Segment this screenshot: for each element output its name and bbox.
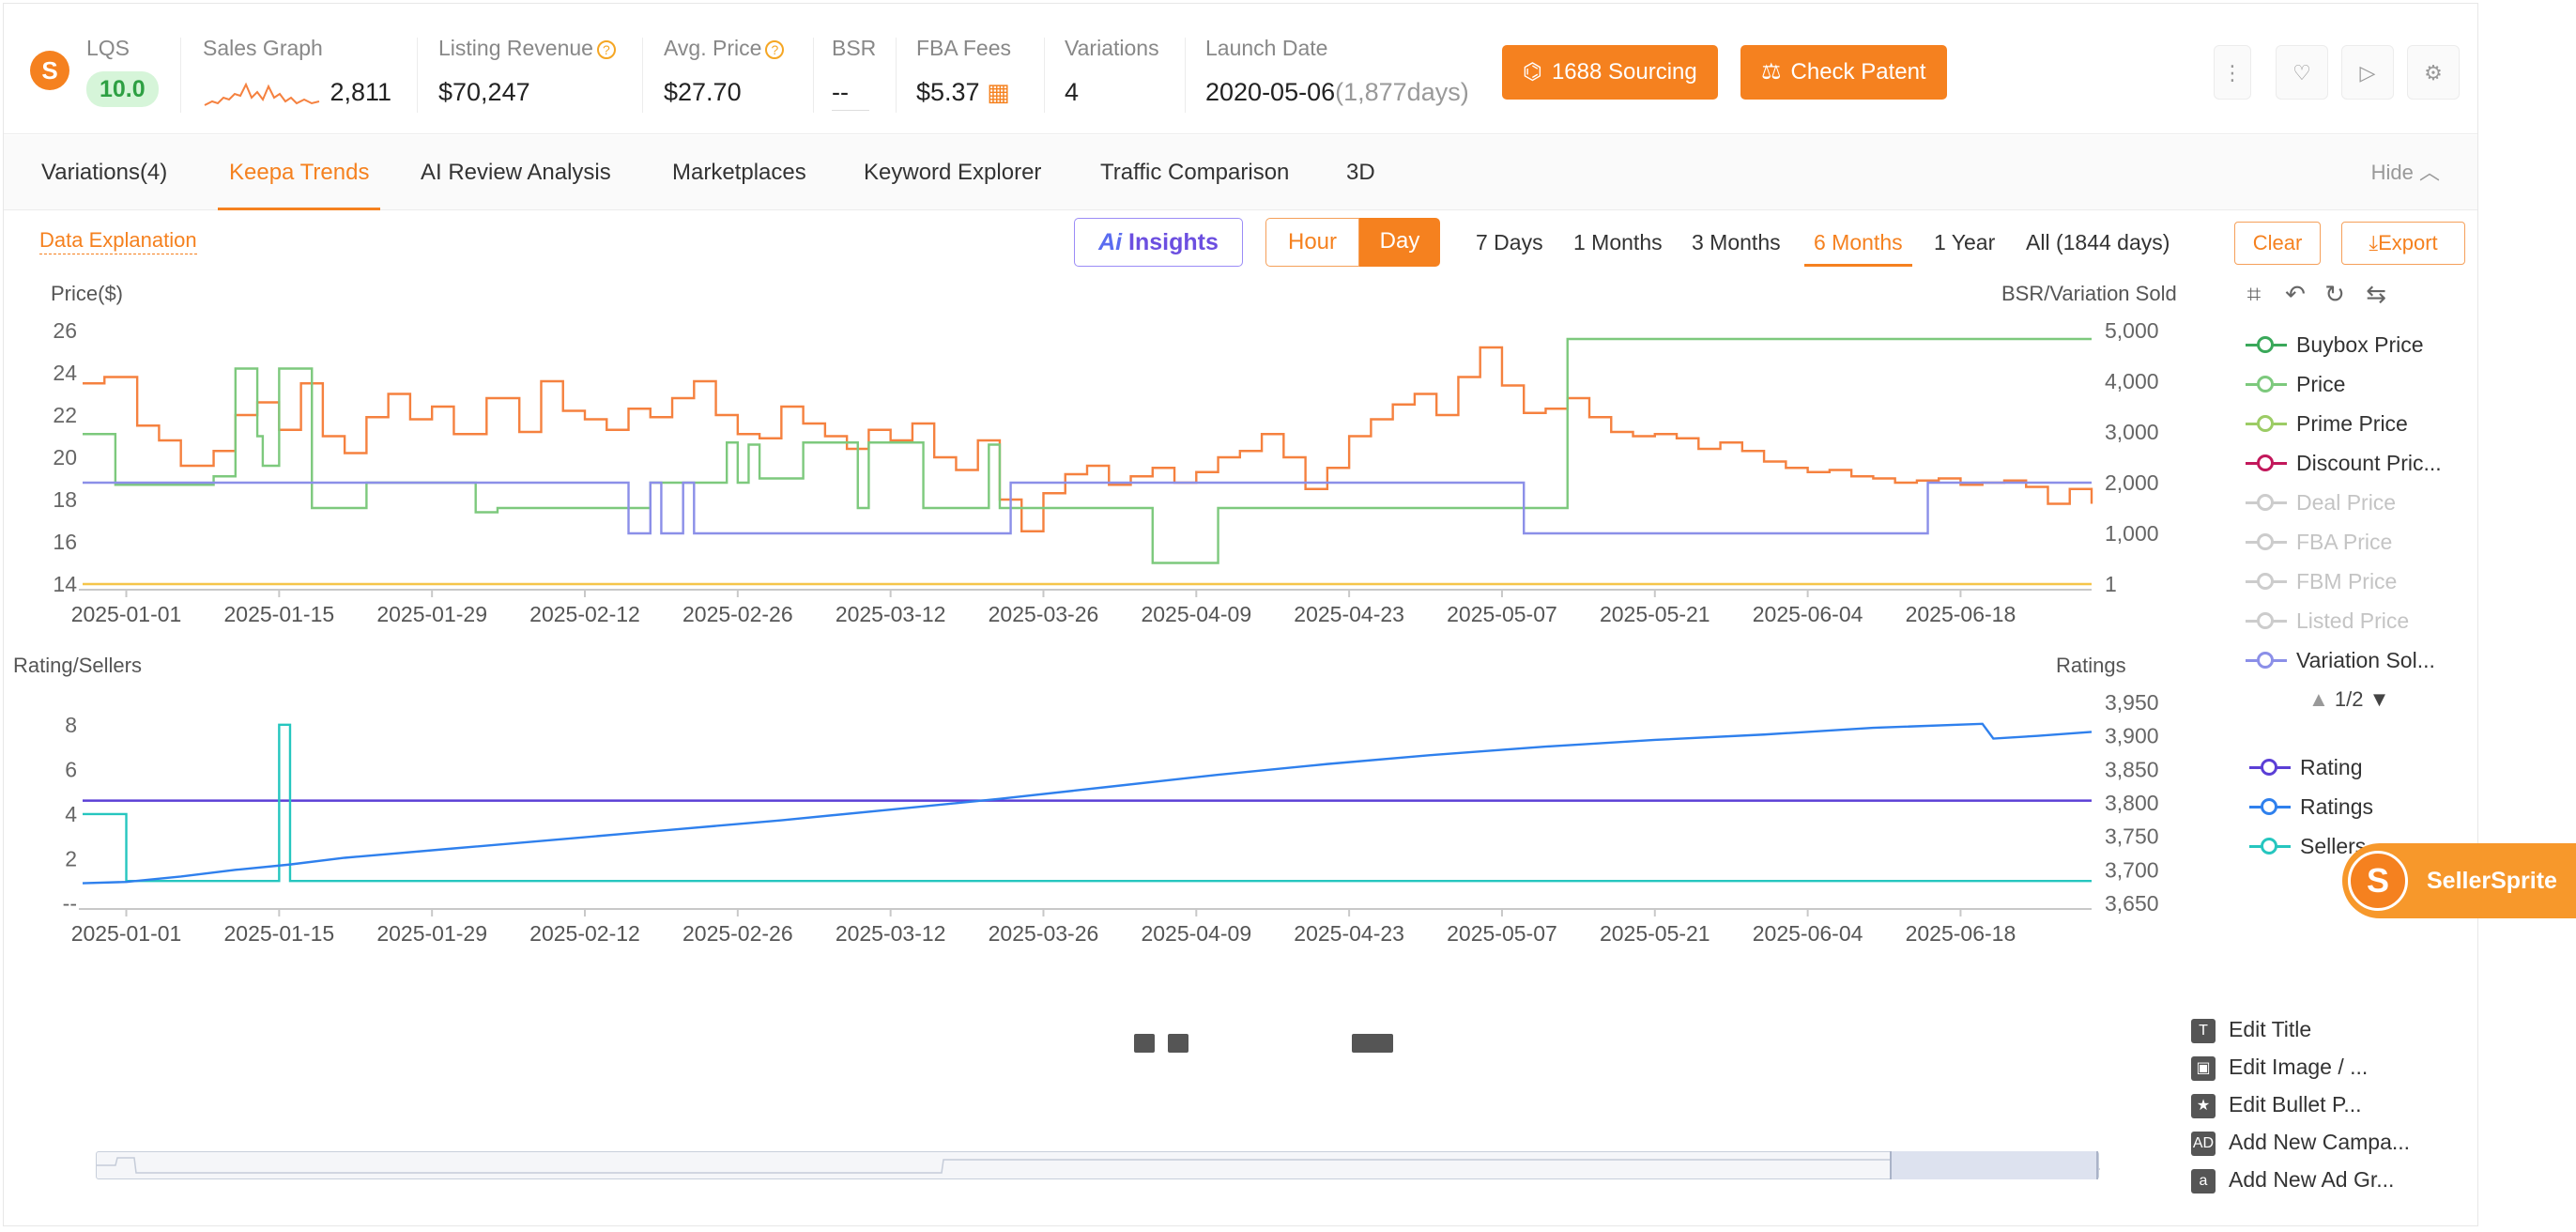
images-icon[interactable]: [1352, 1034, 1393, 1053]
app-root: S LQS 10.0 Sales Graph 2,811 Listing Rev…: [0, 0, 2576, 1232]
rating-trend-chart[interactable]: -- 2 4 6 8 3,650 3,700 3,750 3,800 3,850 3,900 3,95…: [4, 4, 2163, 980]
y2-tick-label: 3,650: [2105, 891, 2159, 916]
edit-bullet-action[interactable]: ★ Edit Bullet P...: [2191, 1089, 2362, 1119]
hide-button[interactable]: Hide ︿: [2371, 135, 2440, 210]
x-tick-label: 2025-01-01: [71, 921, 182, 946]
legend-marker-icon: [2246, 531, 2287, 552]
series-line-ratings: [82, 722, 2093, 885]
time-navigator[interactable]: [96, 1151, 2100, 1179]
x-tick-label: 2025-06-18: [1906, 921, 2016, 946]
legend-marker-icon: [2249, 836, 2291, 856]
x-tick-label: 2025-01-15: [224, 921, 335, 946]
text-icon: T: [2191, 1018, 2216, 1043]
navigator-preview: [97, 1157, 2100, 1174]
legend-label: Rating: [2300, 755, 2363, 779]
sellersprite-float-button[interactable]: S SellerSprite: [2342, 843, 2576, 918]
clear-button[interactable]: Clear: [2234, 222, 2321, 265]
legend-marker-icon: [2246, 610, 2287, 631]
legend-label: Deal Price: [2296, 490, 2397, 515]
x-tick-label: 2025-04-23: [1294, 921, 1404, 946]
arrow-down-icon[interactable]: ▼: [2369, 687, 2390, 711]
x-tick-label: 2025-02-26: [682, 921, 793, 946]
chevron-up-icon: ︿: [2418, 161, 2440, 184]
image-icon[interactable]: [1134, 1034, 1155, 1053]
x-tick-label: 2025-06-04: [1753, 921, 1863, 946]
legend-marker-icon: [2246, 492, 2287, 513]
product-panel: S LQS 10.0 Sales Graph 2,811 Listing Rev…: [3, 3, 2478, 1226]
x-tick-label: 2025-03-26: [989, 921, 1099, 946]
y2-tick-label: 3,850: [2105, 757, 2159, 781]
add-ad-group-action[interactable]: a Add New Ad Gr...: [2191, 1164, 2394, 1194]
legend-label: Buybox Price: [2296, 332, 2424, 357]
legend-marker-icon: [2246, 374, 2287, 394]
legend-label: Price: [2296, 372, 2346, 396]
legend-marker-icon: [2249, 796, 2291, 817]
edit-image-action[interactable]: ▣ Edit Image / ...: [2191, 1052, 2368, 1082]
y2-tick-label: 3,950: [2105, 690, 2159, 715]
star-icon: ★: [2191, 1093, 2216, 1118]
legend-label: Prime Price: [2296, 411, 2408, 436]
legend-label: FBM Price: [2296, 569, 2398, 593]
download-icon: ⤓: [2369, 231, 2379, 254]
more-icon[interactable]: ⋮: [2214, 45, 2251, 100]
legend-marker-icon: [2246, 413, 2287, 434]
heart-icon[interactable]: ♡: [2276, 45, 2328, 100]
arrow-up-icon[interactable]: ▲: [2308, 687, 2329, 711]
y-tick-label: --: [63, 891, 77, 916]
amazon-icon: a: [2191, 1168, 2216, 1194]
x-tick-label: 2025-04-09: [1141, 921, 1251, 946]
refresh-icon[interactable]: ↻: [2319, 278, 2351, 310]
legend-label: Variation Sol...: [2296, 648, 2435, 672]
settings-icon[interactable]: ⚙: [2407, 45, 2460, 100]
y2-tick-label: 3,750: [2105, 824, 2159, 849]
y-tick-label: 8: [65, 713, 77, 737]
x-tick-label: 2025-05-21: [1600, 921, 1710, 946]
navigator-selection[interactable]: [1890, 1151, 2098, 1179]
legend-label: Discount Pric...: [2296, 451, 2442, 475]
ad-icon: AD: [2191, 1131, 2216, 1156]
legend-marker-icon: [2246, 334, 2287, 355]
export-button[interactable]: ⤓Export: [2341, 222, 2465, 265]
series-line-sellers: [83, 723, 2092, 883]
y2-tick-label: 3,900: [2105, 724, 2159, 748]
y2-tick-label: 3,700: [2105, 857, 2159, 882]
x-tick-label: 2025-01-29: [376, 921, 487, 946]
x-tick-label: 2025-03-12: [836, 921, 946, 946]
image-icon: ▣: [2191, 1055, 2216, 1081]
legend-label: FBA Price: [2296, 530, 2393, 554]
y-tick-label: 6: [65, 757, 77, 781]
swap-icon[interactable]: ⇆: [2360, 278, 2392, 310]
x-tick-label: 2025-05-07: [1447, 921, 1557, 946]
video-icon[interactable]: ▷: [2341, 45, 2394, 100]
image-icon[interactable]: [1168, 1034, 1188, 1053]
x-tick-label: 2025-02-12: [529, 921, 640, 946]
legend-marker-icon: [2249, 757, 2291, 778]
legend-pager[interactable]: ▲ 1/2 ▼: [2308, 687, 2389, 712]
edit-title-action[interactable]: T Edit Title: [2191, 1014, 2311, 1044]
sellersprite-logo-icon: S: [2348, 851, 2408, 911]
legend-marker-icon: [2246, 453, 2287, 473]
brand-label: SellerSprite: [2427, 868, 2557, 894]
crop-icon[interactable]: ⌗: [2238, 278, 2270, 310]
legend-label: Listed Price: [2296, 608, 2410, 633]
legend-marker-icon: [2246, 571, 2287, 592]
add-campaign-action[interactable]: AD Add New Campa...: [2191, 1127, 2410, 1157]
y2-tick-label: 3,800: [2105, 791, 2159, 815]
legend-marker-icon: [2246, 650, 2287, 670]
undo-icon[interactable]: ↶: [2279, 278, 2311, 310]
legend-label: Ratings: [2300, 794, 2373, 819]
y-tick-label: 2: [65, 846, 77, 870]
y-tick-label: 4: [65, 802, 77, 826]
